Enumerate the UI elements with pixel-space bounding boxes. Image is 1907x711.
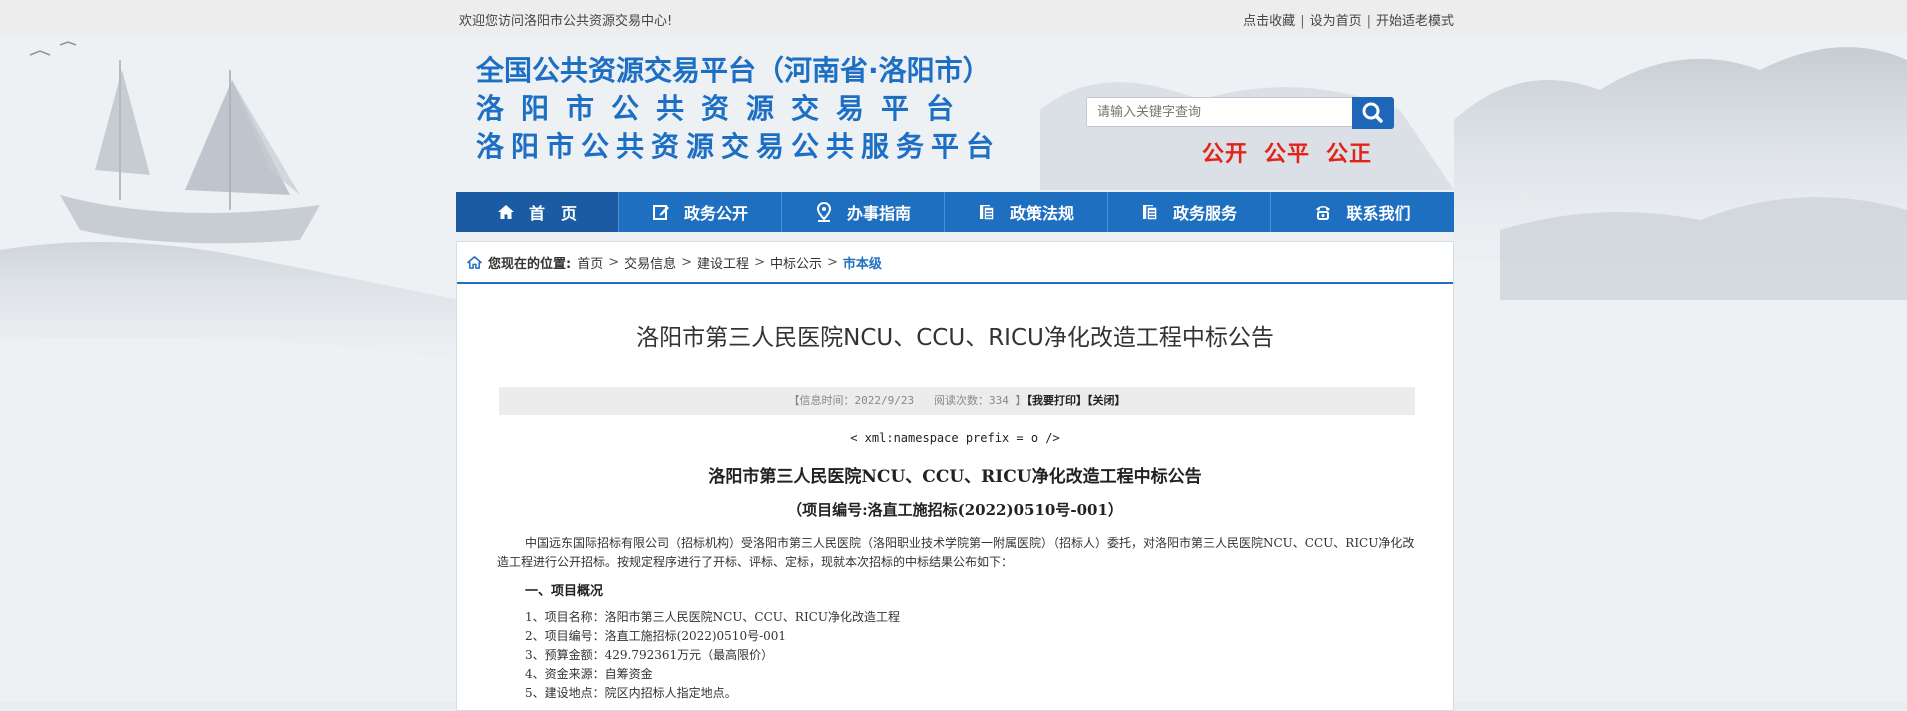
- list-item: 1、项目名称：洛阳市第三人民医院NCU、CCU、RICU净化改造工程: [525, 610, 900, 624]
- location-icon: [816, 202, 831, 222]
- article-intro-text: 中国远东国际招标有限公司（招标机构）受洛阳市第三人民医院（洛阳职业技术学院第一附…: [497, 536, 1415, 569]
- top-links: 点击收藏 | 设为首页 | 开始适老模式: [1243, 10, 1454, 29]
- breadcrumb-link[interactable]: 中标公示: [770, 253, 822, 272]
- slogan-just: 公正: [1326, 142, 1373, 167]
- nav-item-policy[interactable]: 政策法规: [945, 192, 1108, 232]
- list-item: 3、预算金额：429.792361万元（最高限价）: [525, 648, 774, 662]
- meta-suffix: 】: [1015, 394, 1027, 407]
- site-title-line3: 洛阳市公共资源交易公共服务平台: [476, 130, 1002, 163]
- list-item: 4、资金来源：自筹资金: [525, 667, 653, 681]
- set-homepage-link[interactable]: 设为首页: [1310, 14, 1362, 29]
- meta-views: 334: [988, 394, 1009, 407]
- search-box: [1086, 97, 1394, 129]
- xml-namespace-line: < xml:namespace prefix = o />: [850, 431, 1060, 445]
- nav-item-home[interactable]: 首 页: [456, 192, 619, 232]
- close-button[interactable]: 【关闭】: [1087, 394, 1126, 407]
- print-button[interactable]: 【我要打印】: [1026, 394, 1087, 407]
- breadcrumb: 您现在的位置: 首页 > 交易信息 > 建设工程 > 中标公示 > 市本级: [457, 242, 1453, 284]
- nav-item-label: 政务公开: [683, 204, 748, 223]
- meta-prefix: 【信息时间：: [788, 394, 855, 407]
- list-item: 5、建设地点：院区内招标人指定地点。: [525, 686, 737, 700]
- article-intro: 中国远东国际招标有限公司（招标机构）受洛阳市第三人民医院（洛阳职业技术学院第一附…: [497, 534, 1417, 572]
- search-button[interactable]: [1352, 97, 1394, 129]
- link-separator: |: [1300, 14, 1305, 29]
- nav-item-label: 政务服务: [1172, 204, 1237, 223]
- nav-item-label: 联系我们: [1346, 204, 1411, 223]
- slogan: 公开 公平 公正: [1202, 136, 1388, 168]
- article-meta-bar: 【信息时间：2022/9/23 阅读次数：334 】【我要打印】【关闭】: [499, 387, 1415, 415]
- nav-item-guide[interactable]: 办事指南: [782, 192, 945, 232]
- document-icon: [1142, 205, 1158, 221]
- home-icon: [467, 255, 482, 269]
- slogan-fair: 公平: [1264, 142, 1311, 167]
- nav-item-public-affairs[interactable]: 政务公开: [619, 192, 782, 232]
- bookmark-link[interactable]: 点击收藏: [1243, 14, 1295, 29]
- main-nav: 首 页 政务公开 办事指南 政策法规 政务服务 联系我们: [456, 192, 1454, 232]
- elderly-mode-link[interactable]: 开始适老模式: [1376, 14, 1454, 29]
- breadcrumb-separator: >: [826, 254, 838, 270]
- search-icon: [1362, 102, 1383, 123]
- page-title: 洛阳市第三人民医院NCU、CCU、RICU净化改造工程中标公告: [636, 325, 1274, 351]
- link-separator: |: [1366, 14, 1371, 29]
- phone-icon: [1316, 206, 1331, 220]
- list-item: 2、项目编号：洛直工施招标(2022)0510号-001: [525, 629, 787, 643]
- breadcrumb-link[interactable]: 建设工程: [697, 253, 749, 272]
- nav-item-services[interactable]: 政务服务: [1108, 192, 1271, 232]
- article-heading: 洛阳市第三人民医院NCU、CCU、RICU净化改造工程中标公告: [708, 467, 1202, 487]
- home-icon: [497, 205, 514, 219]
- section-heading: 一、项目概况: [525, 584, 604, 599]
- meta-views-label: 阅读次数：: [933, 394, 989, 407]
- breadcrumb-separator: >: [608, 254, 620, 270]
- breadcrumb-current[interactable]: 市本级: [843, 253, 882, 272]
- breadcrumb-link[interactable]: 交易信息: [624, 253, 676, 272]
- site-title: 全国公共资源交易平台（河南省·洛阳市） 洛阳市公共资源交易平台 洛阳市公共资源交…: [476, 52, 1001, 166]
- top-bar: 欢迎您访问洛阳市公共资源交易中心! 点击收藏 | 设为首页 | 开始适老模式: [0, 0, 1907, 36]
- meta-date: 2022/9/23: [854, 394, 915, 407]
- nav-item-contact[interactable]: 联系我们: [1271, 192, 1454, 232]
- nav-item-label: 办事指南: [846, 204, 911, 223]
- site-title-line2: 洛阳市公共资源交易平台: [476, 92, 972, 125]
- nav-item-label: 政策法规: [1009, 204, 1074, 223]
- nav-item-label: 首 页: [528, 204, 577, 223]
- article-subheading: （项目编号:洛直工施招标(2022)0510号-001）: [787, 501, 1123, 519]
- edit-icon: [652, 205, 669, 220]
- search-input[interactable]: [1086, 97, 1352, 127]
- slogan-open: 公开: [1202, 142, 1249, 167]
- site-title-line1: 全国公共资源交易平台（河南省·洛阳市）: [476, 54, 991, 87]
- project-overview-list: 1、项目名称：洛阳市第三人民医院NCU、CCU、RICU净化改造工程 2、项目编…: [525, 608, 900, 703]
- breadcrumb-separator: >: [754, 254, 765, 270]
- document-icon: [979, 205, 995, 221]
- welcome-text: 欢迎您访问洛阳市公共资源交易中心!: [459, 14, 673, 29]
- breadcrumb-link[interactable]: 首页: [577, 253, 603, 272]
- content-panel: 您现在的位置: 首页 > 交易信息 > 建设工程 > 中标公示 > 市本级 洛阳…: [456, 241, 1454, 711]
- breadcrumb-label: 您现在的位置:: [488, 256, 572, 272]
- breadcrumb-separator: >: [681, 254, 693, 270]
